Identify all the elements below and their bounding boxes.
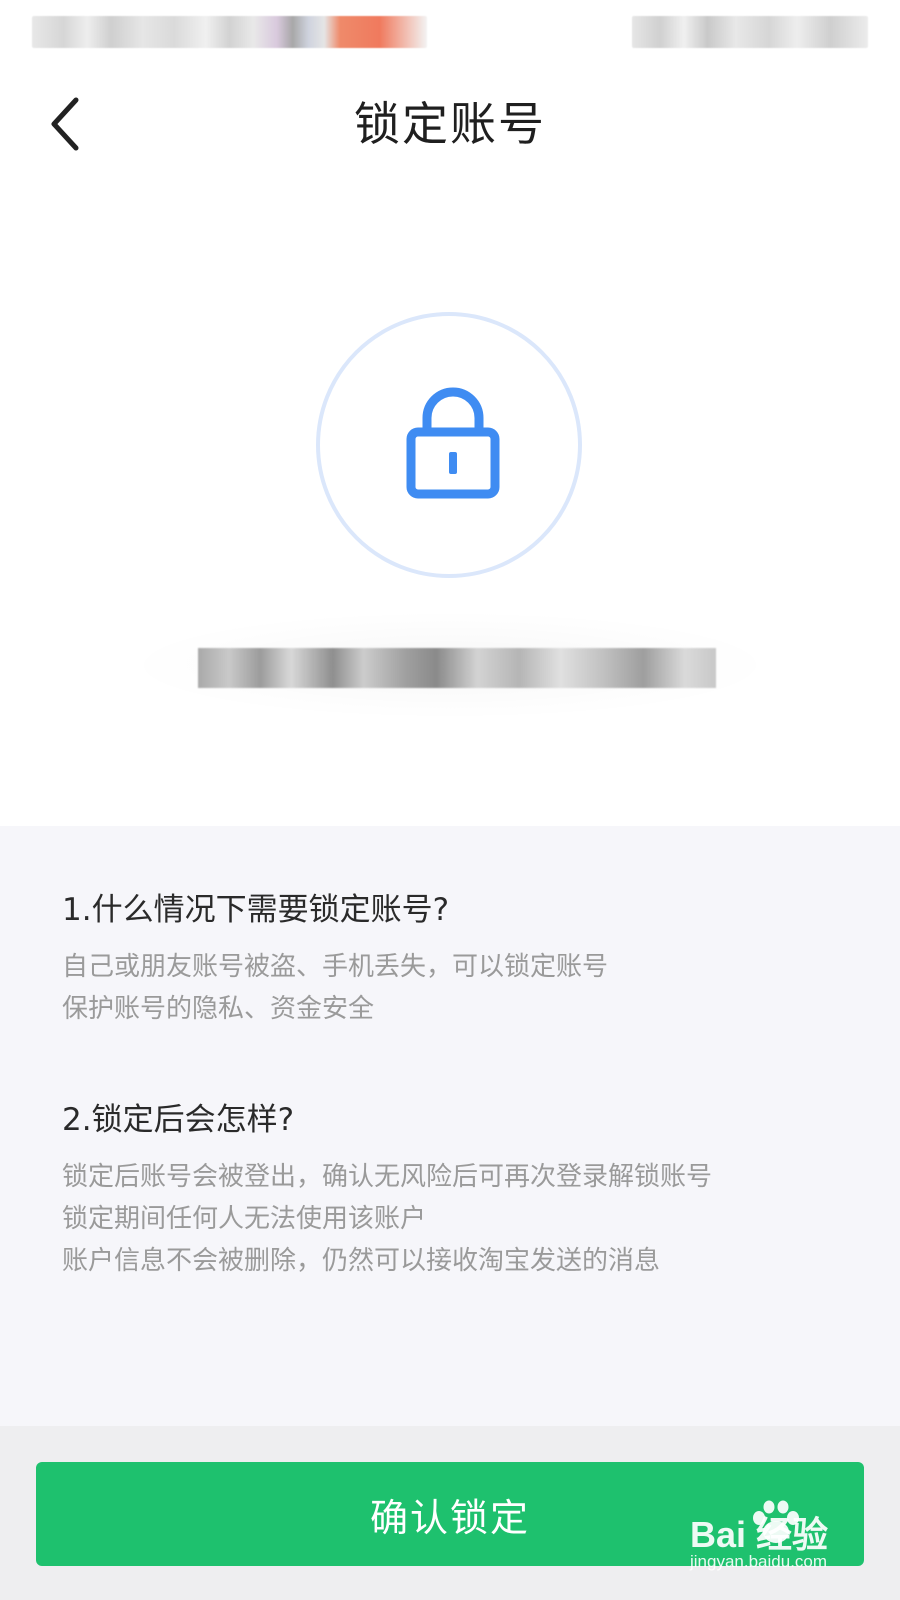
paw-icon (753, 1500, 799, 1543)
header: 锁定账号 (0, 70, 900, 180)
faq-answer-2-line-3: 账户信息不会被删除，仍然可以接收淘宝发送的消息 (62, 1246, 661, 1276)
info-section: 1.什么情况下需要锁定账号? 自己或朋友账号被盗、手机丢失，可以锁定账号 保护账… (0, 826, 900, 1426)
lock-icon (406, 387, 500, 499)
status-bar (0, 0, 900, 60)
faq-question-2: 2.锁定后会怎样? (62, 1102, 295, 1138)
watermark-url: jingyan.baidu.com (690, 1552, 828, 1571)
faq-answer-2-line-1: 锁定后账号会被登出，确认无风险后可再次登录解锁账号 (62, 1162, 713, 1192)
faq-answer-1-line-1: 自己或朋友账号被盗、手机丢失，可以锁定账号 (62, 952, 609, 982)
faq-question-1: 1.什么情况下需要锁定账号? (62, 892, 450, 928)
watermark: Bai 经验 jingyan.baidu.com (690, 1500, 890, 1590)
faq-item-2: 2.锁定后会怎样? 锁定后账号会被登出，确认无风险后可再次登录解锁账号 锁定期间… (62, 1098, 712, 1282)
page-title: 锁定账号 (354, 97, 546, 151)
faq-answer-2-line-2: 锁定期间任何人无法使用该账户 (62, 1204, 427, 1234)
account-info-blurred (198, 648, 716, 688)
faq-item-1: 1.什么情况下需要锁定账号? 自己或朋友账号被盗、手机丢失，可以锁定账号 保护账… (62, 888, 608, 1030)
faq-answer-1-line-2: 保护账号的隐私、资金安全 (62, 994, 375, 1024)
lock-circle (316, 312, 582, 578)
status-bar-left-blurred (32, 16, 427, 48)
status-bar-right-blurred (632, 16, 868, 48)
